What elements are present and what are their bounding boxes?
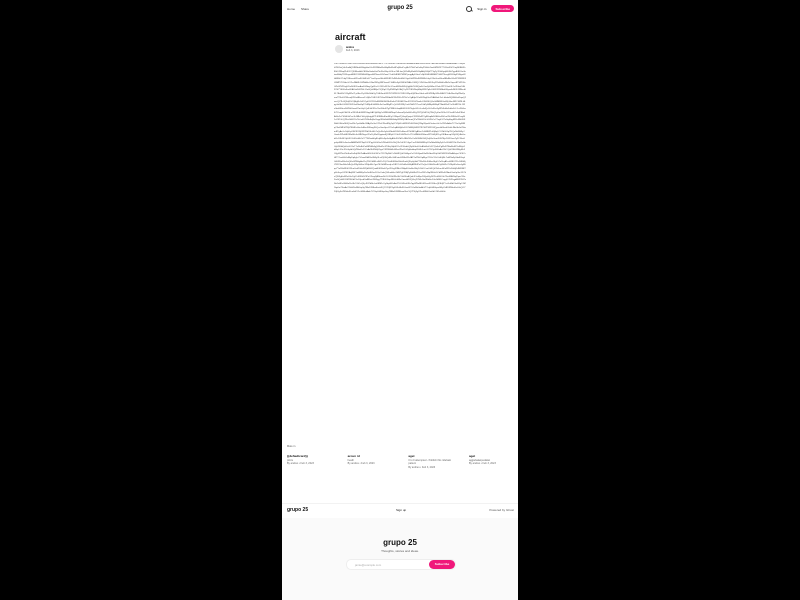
related-card-meta: By andres • Feb 3, 2023 — [468, 462, 496, 466]
header-actions: Sign in Subscribe — [466, 5, 514, 12]
article-byline: andres Feb 3, 2023 — [335, 45, 359, 53]
related-card[interactable]: aroun rd heath By andres • Feb 3, 2023 — [347, 454, 392, 469]
email-field[interactable]: jamie@example.com — [355, 563, 381, 567]
powered-by-link[interactable]: Powered by Ghost — [489, 508, 514, 512]
related-card[interactable]: {{defaultcard}} pizza By andres • Feb 3,… — [287, 454, 331, 469]
footer-signup-link[interactable]: Sign up — [396, 508, 406, 512]
related-card[interactable]: aget 0 to 0 attempted - Publish this rid… — [408, 454, 452, 469]
site-header: Home Share grupo 25 Sign in Subscribe — [282, 0, 518, 18]
article-body: L4DThmmr5tTm8DVmPmu4aHVmaXkBkkEKunFPY7lC… — [334, 63, 466, 193]
related-card-meta: By andres • Feb 3, 2023 — [347, 462, 375, 466]
footer-logo[interactable]: grupo 25 — [287, 507, 308, 513]
related-card[interactable]: aget aggiebalaopedalan By andres • Feb 3… — [468, 454, 513, 469]
page: Home Share grupo 25 Sign in Subscribe ai… — [282, 0, 518, 600]
related-card-excerpt: 0 to 0 attempted - Publish this ridehalo… — [408, 458, 451, 466]
subscribe-form-button[interactable]: Subscribe — [429, 560, 455, 569]
article-title: aircraft — [335, 32, 366, 42]
related-card-meta: By andres • Feb 3, 2023 — [287, 462, 314, 466]
related-posts: {{defaultcard}} pizza By andres • Feb 3,… — [287, 454, 513, 469]
signin-link[interactable]: Sign in — [477, 7, 486, 11]
related-card-meta: By andres • Feb 3, 2023 — [408, 465, 436, 469]
search-icon[interactable] — [466, 5, 473, 12]
related-label: More in — [287, 445, 296, 448]
subscribe-description: Thoughts, stories and ideas. — [381, 549, 419, 553]
subscribe-title: grupo 25 — [383, 538, 417, 547]
avatar[interactable] — [335, 45, 343, 53]
byline-meta: andres Feb 3, 2023 — [346, 46, 359, 53]
subscribe-section: grupo 25 Thoughts, stories and ideas. ja… — [282, 518, 518, 600]
site-footer: grupo 25 Sign up Powered by Ghost — [282, 503, 518, 516]
subscribe-form: jamie@example.com Subscribe — [346, 559, 456, 570]
subscribe-button[interactable]: Subscribe — [491, 5, 514, 12]
publish-date: Feb 3, 2023 — [346, 49, 360, 52]
